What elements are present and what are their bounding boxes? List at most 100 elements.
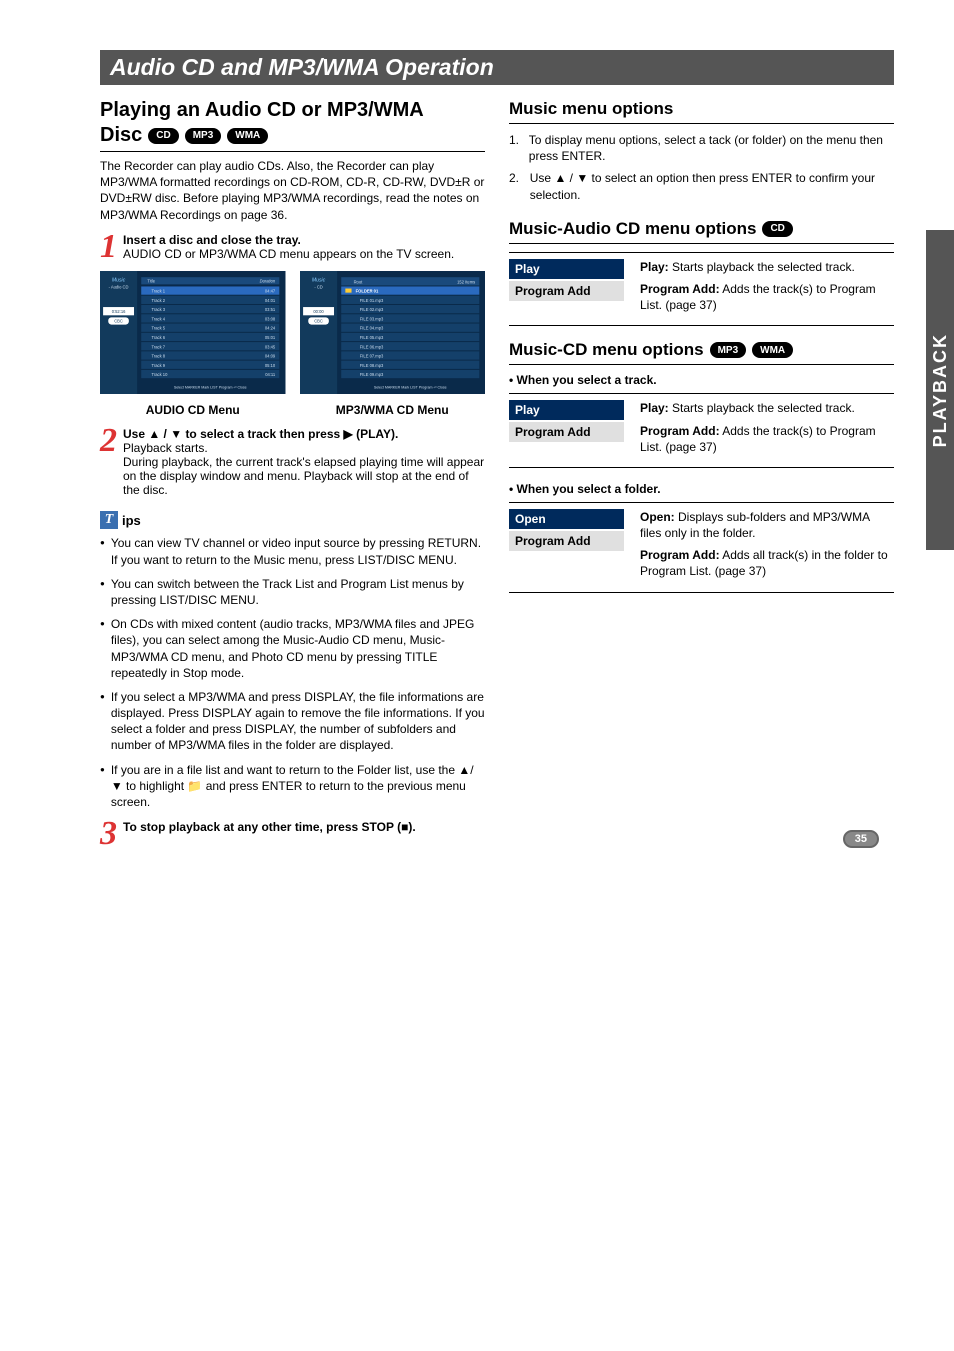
sub-bullet-track: • When you select a track. (509, 373, 894, 387)
menu-item-play: Play (509, 259, 624, 279)
step-1-number: 1 (100, 233, 117, 261)
pill-wma: WMA (227, 128, 268, 144)
tips-list: You can view TV channel or video input s… (100, 535, 485, 810)
svg-text:Track 7: Track 7 (152, 344, 166, 349)
menu-item-open: Open (509, 509, 624, 529)
svg-text:Root: Root (353, 279, 363, 284)
menu-item-play: Play (509, 400, 624, 420)
caption-audio-cd: AUDIO CD Menu (100, 403, 286, 417)
menu-desc: Program Add: Adds all track(s) in the fo… (640, 547, 894, 579)
side-tab-playback: PLAYBACK (926, 230, 954, 550)
menu-item-program-add: Program Add (509, 531, 624, 551)
svg-text:Music: Music (311, 277, 325, 283)
svg-text:03:08: 03:08 (265, 316, 276, 321)
svg-text:Track 3: Track 3 (152, 307, 166, 312)
right-h1: Music menu options (509, 99, 894, 124)
numlist-item: 2.Use ▲ / ▼ to select an option then pre… (509, 170, 894, 202)
step-2-p2: During playback, the current track's ela… (123, 455, 484, 497)
svg-text:05:10: 05:10 (265, 363, 276, 368)
svg-text:FILE 03.mp3: FILE 03.mp3 (359, 316, 383, 321)
step-1-bold: Insert a disc and close the tray. (123, 233, 301, 247)
svg-text:03:45: 03:45 (265, 344, 276, 349)
svg-text:04:24: 04:24 (265, 325, 276, 330)
svg-text:FILE 09.mp3: FILE 09.mp3 (359, 372, 383, 377)
menu-item-program-add: Program Add (509, 281, 624, 301)
svg-text:- CD: - CD (314, 284, 322, 289)
svg-text:Track 9: Track 9 (152, 363, 166, 368)
mp3-wma-svg: Music - CD 00:00 CBC Root 152 Items F (300, 271, 486, 395)
screenshot-audio-cd-menu: Music - Audio CD 0:52:16 CBC Title Durat… (100, 271, 286, 418)
svg-text:FILE 07.mp3: FILE 07.mp3 (359, 353, 383, 358)
pill-cd: CD (148, 128, 178, 144)
svg-text:Select MARKER Mark LIST Prog: Select MARKER Mark LIST Program ⏎ Close (174, 385, 247, 389)
menu-desc: Program Add: Adds the track(s) to Progra… (640, 281, 894, 313)
screenshot-mp3-wma-menu: Music - CD 00:00 CBC Root 152 Items F (300, 271, 486, 418)
svg-text:04:47: 04:47 (265, 288, 276, 293)
section-header: Audio CD and MP3/WMA Operation (100, 50, 894, 85)
sub-bullet-folder: • When you select a folder. (509, 482, 894, 496)
tips-label: ips (122, 513, 141, 528)
pill-cd: CD (762, 221, 792, 237)
step-3: 3 To stop playback at any other time, pr… (100, 820, 485, 847)
step-2-p1: Playback starts. (123, 441, 208, 455)
svg-text:Title: Title (147, 278, 155, 283)
svg-text:03:51: 03:51 (265, 307, 276, 312)
right-numlist: 1.To display menu options, select a tack… (509, 132, 894, 203)
svg-text:CBC: CBC (314, 318, 323, 323)
svg-text:Track 1: Track 1 (152, 288, 166, 293)
tips-icon: T (100, 511, 118, 529)
tip-item: If you select a MP3/WMA and press DISPLA… (100, 689, 485, 754)
svg-text:Track 4: Track 4 (152, 316, 166, 321)
svg-text:Track 2: Track 2 (152, 298, 166, 303)
svg-text:- Audio CD: - Audio CD (109, 284, 129, 289)
svg-text:Duration: Duration (260, 278, 276, 283)
menu-desc: Play: Starts playback the selected track… (640, 400, 894, 416)
tips-header: T ips (100, 511, 485, 529)
right-h3: Music-CD menu options MP3 WMA (509, 340, 894, 365)
step-2-number: 2 (100, 427, 117, 497)
audio-cd-svg: Music - Audio CD 0:52:16 CBC Title Durat… (100, 271, 286, 395)
caption-mp3-wma: MP3/WMA CD Menu (300, 403, 486, 417)
svg-text:Track 6: Track 6 (152, 335, 166, 340)
svg-text:Track 8: Track 8 (152, 353, 166, 358)
svg-text:Select MARKER Mark LIST Prog: Select MARKER Mark LIST Program ⏎ Close (373, 385, 446, 389)
pill-mp3: MP3 (185, 128, 222, 144)
svg-text:FILE 01.mp3: FILE 01.mp3 (359, 298, 383, 303)
tip-item: You can view TV channel or video input s… (100, 535, 485, 567)
step-2-bold: Use ▲ / ▼ to select a track then press ▶… (123, 427, 398, 441)
step-3-bold: To stop playback at any other time, pres… (123, 820, 416, 834)
step-1-rest: AUDIO CD or MP3/WMA CD menu appears on t… (123, 247, 454, 261)
svg-text:CBC: CBC (114, 318, 123, 323)
svg-text:FILE 02.mp3: FILE 02.mp3 (359, 307, 383, 312)
numlist-item: 1.To display menu options, select a tack… (509, 132, 894, 164)
step-1: 1 Insert a disc and close the tray. AUDI… (100, 233, 485, 261)
svg-text:FILE 06.mp3: FILE 06.mp3 (359, 344, 383, 349)
disc-label: Disc (100, 124, 142, 147)
svg-text:FOLDER 01: FOLDER 01 (355, 288, 378, 293)
tip-item: If you are in a file list and want to re… (100, 762, 485, 811)
menu-item-program-add: Program Add (509, 422, 624, 442)
pill-wma: WMA (752, 342, 793, 358)
svg-text:0:52:16: 0:52:16 (112, 309, 126, 314)
disc-line: Disc CD MP3 WMA (100, 124, 485, 152)
right-h2: Music-Audio CD menu options CD (509, 219, 894, 244)
menu-block-cd-track: Play Program Add Play: Starts playback t… (509, 393, 894, 468)
svg-text:FILE 05.mp3: FILE 05.mp3 (359, 335, 383, 340)
svg-text:FILE 04.mp3: FILE 04.mp3 (359, 325, 383, 330)
menu-desc: Play: Starts playback the selected track… (640, 259, 894, 275)
tip-item: On CDs with mixed content (audio tracks,… (100, 616, 485, 681)
left-title: Playing an Audio CD or MP3/WMA (100, 99, 485, 122)
step-3-number: 3 (100, 820, 117, 847)
svg-text:Track 10: Track 10 (152, 372, 169, 377)
svg-text:FILE 08.mp3: FILE 08.mp3 (359, 363, 383, 368)
menu-block-audio-cd: Play Program Add Play: Starts playback t… (509, 252, 894, 327)
svg-text:04:01: 04:01 (265, 298, 276, 303)
svg-text:00:00: 00:00 (313, 309, 324, 314)
svg-text:Music: Music (112, 277, 126, 283)
page-number: 35 (843, 830, 879, 848)
tip-item: You can switch between the Track List an… (100, 576, 485, 608)
intro-text: The Recorder can play audio CDs. Also, t… (100, 158, 485, 223)
menu-desc: Open: Displays sub-folders and MP3/WMA f… (640, 509, 894, 541)
step-2: 2 Use ▲ / ▼ to select a track then press… (100, 427, 485, 497)
svg-text:Track 5: Track 5 (152, 325, 166, 330)
